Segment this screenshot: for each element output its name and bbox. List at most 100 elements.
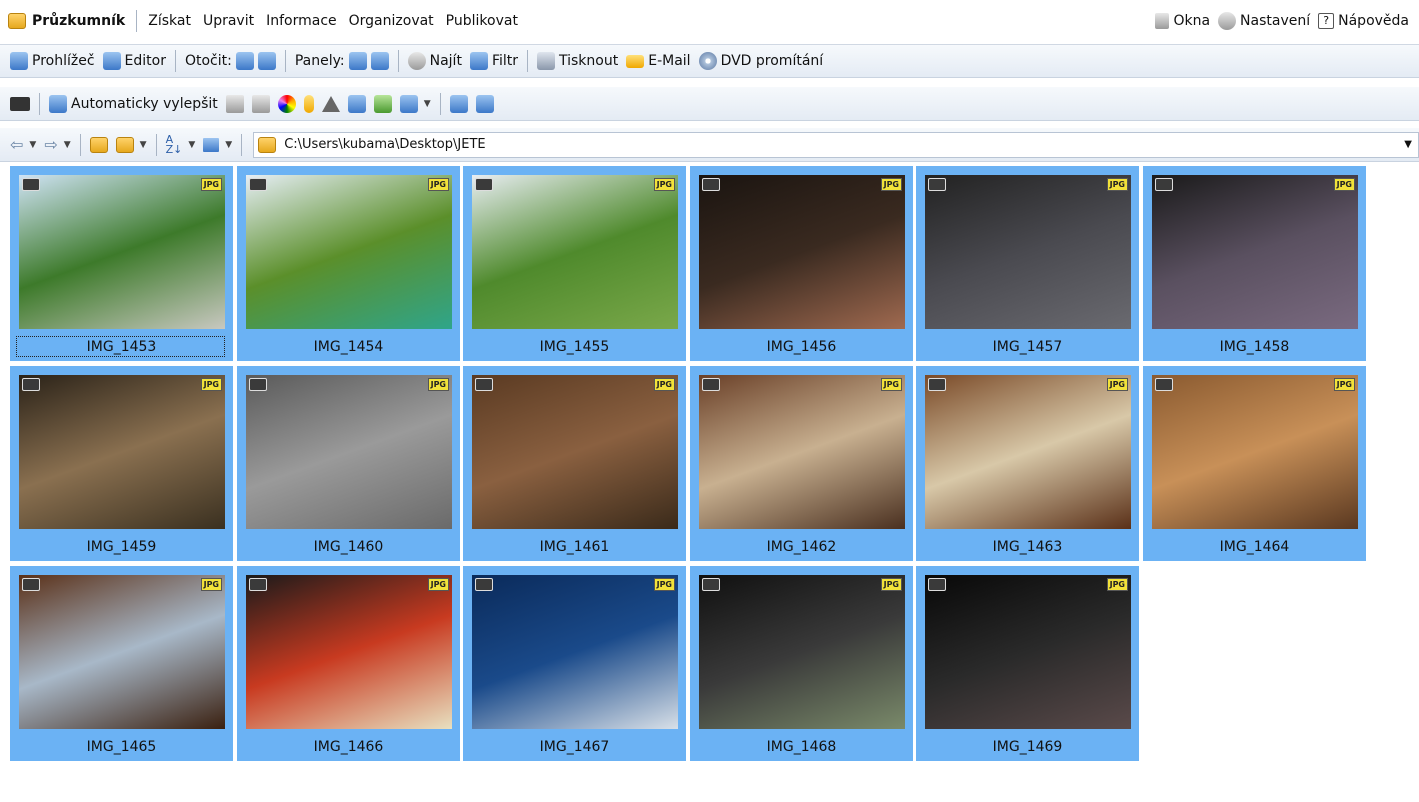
filter-label: Filtr bbox=[491, 53, 518, 69]
thumbnail-item[interactable]: JPG IMG_1454 bbox=[237, 166, 460, 361]
thumbnail-item[interactable]: JPG IMG_1459 bbox=[10, 366, 233, 561]
thumbnail-image[interactable]: JPG bbox=[19, 375, 225, 529]
menu-edit[interactable]: Upravit bbox=[197, 13, 260, 29]
thumbnail-label: IMG_1467 bbox=[539, 739, 610, 755]
histogram-button[interactable] bbox=[248, 94, 274, 113]
view-mode-button[interactable]: ▼ bbox=[199, 137, 236, 152]
crop-button[interactable] bbox=[344, 94, 370, 113]
thumbnail-item[interactable]: JPG IMG_1469 bbox=[916, 566, 1139, 761]
thumbnail-item[interactable]: JPG IMG_1463 bbox=[916, 366, 1139, 561]
thumbnail-image[interactable]: JPG bbox=[925, 375, 1131, 529]
gear-icon bbox=[1218, 12, 1237, 30]
thumbnail-image[interactable]: JPG bbox=[19, 175, 225, 329]
thumbnail-label: IMG_1457 bbox=[992, 339, 1063, 355]
thumbnail-image[interactable]: JPG bbox=[246, 575, 452, 729]
rotate-left-icon[interactable] bbox=[235, 52, 254, 70]
jpg-badge: JPG bbox=[200, 378, 222, 391]
thumbnail-image[interactable]: JPG bbox=[246, 375, 452, 529]
redeye-button[interactable]: ▼ bbox=[396, 94, 435, 113]
find-button[interactable]: Najít bbox=[404, 52, 466, 70]
sharpen-button[interactable] bbox=[318, 95, 344, 112]
levels-button[interactable] bbox=[222, 94, 248, 113]
thumbnail-item[interactable]: JPG IMG_1467 bbox=[463, 566, 686, 761]
rotate-right-icon[interactable] bbox=[257, 52, 276, 70]
camera-icon bbox=[249, 378, 267, 391]
light-button[interactable] bbox=[300, 94, 318, 113]
camera-icon bbox=[22, 578, 40, 591]
effects-button[interactable] bbox=[370, 94, 396, 113]
thumbnail-image[interactable]: JPG bbox=[472, 175, 678, 329]
back-button[interactable]: ⇦ ▼ bbox=[6, 135, 40, 154]
viewer-button[interactable]: Prohlížeč bbox=[6, 52, 99, 70]
thumbnail-item[interactable]: JPG IMG_1458 bbox=[1143, 166, 1366, 361]
thumbnail-item[interactable]: JPG IMG_1468 bbox=[690, 566, 913, 761]
up-folder-button[interactable] bbox=[86, 136, 112, 153]
thumbnail-image[interactable]: JPG bbox=[699, 575, 905, 729]
address-bar[interactable]: C:\Users\kubama\Desktop\JETE ▼ bbox=[253, 131, 1419, 158]
chevron-down-icon[interactable]: ▼ bbox=[188, 140, 195, 150]
thumbnail-label: IMG_1462 bbox=[766, 539, 837, 555]
thumbnail-item[interactable]: JPG IMG_1461 bbox=[463, 366, 686, 561]
panel-right-icon[interactable] bbox=[370, 52, 389, 70]
bulb-icon bbox=[303, 94, 314, 113]
help-menu[interactable]: ? Nápověda bbox=[1314, 13, 1413, 29]
separator bbox=[79, 133, 81, 156]
auto-enhance-button[interactable]: Automaticky vylepšit bbox=[45, 94, 222, 113]
jpg-badge: JPG bbox=[427, 578, 449, 591]
camera-icon bbox=[475, 578, 493, 591]
thumbnail-item[interactable]: JPG IMG_1466 bbox=[237, 566, 460, 761]
thumbnail-item[interactable]: JPG IMG_1453 bbox=[10, 166, 233, 361]
editor-button[interactable]: Editor bbox=[99, 52, 170, 70]
thumbnail-item[interactable]: JPG IMG_1464 bbox=[1143, 366, 1366, 561]
camera-button[interactable] bbox=[6, 96, 34, 111]
chevron-down-icon[interactable]: ▼ bbox=[1404, 139, 1412, 150]
menu-get[interactable]: Získat bbox=[142, 13, 197, 29]
editor-label: Editor bbox=[124, 53, 166, 69]
chevron-down-icon[interactable]: ▼ bbox=[29, 140, 36, 150]
thumbnail-image[interactable]: JPG bbox=[699, 175, 905, 329]
thumbnail-image[interactable]: JPG bbox=[472, 575, 678, 729]
menu-publish[interactable]: Publikovat bbox=[440, 13, 524, 29]
thumbnail-label: IMG_1460 bbox=[313, 539, 384, 555]
thumbnail-image[interactable]: JPG bbox=[246, 175, 452, 329]
menu-info[interactable]: Informace bbox=[260, 13, 343, 29]
thumbnail-item[interactable]: JPG IMG_1465 bbox=[10, 566, 233, 761]
thumbnail-image[interactable]: JPG bbox=[472, 375, 678, 529]
address-path[interactable]: C:\Users\kubama\Desktop\JETE bbox=[284, 137, 485, 152]
menu-organize[interactable]: Organizovat bbox=[343, 13, 440, 29]
print-button[interactable]: Tisknout bbox=[533, 52, 622, 70]
thumbnail-item[interactable]: JPG IMG_1462 bbox=[690, 366, 913, 561]
thumbnail-image[interactable]: JPG bbox=[925, 575, 1131, 729]
dvd-button[interactable]: DVD promítání bbox=[695, 52, 828, 70]
jpg-badge: JPG bbox=[200, 578, 222, 591]
settings-label: Nastavení bbox=[1240, 13, 1311, 29]
next-tool-button[interactable] bbox=[472, 94, 498, 113]
favorites-button[interactable]: ▼ bbox=[112, 136, 151, 153]
sort-button[interactable]: A Z↓ ▼ bbox=[162, 134, 200, 155]
thumbnail-image[interactable]: JPG bbox=[1152, 175, 1358, 329]
chevron-down-icon[interactable]: ▼ bbox=[140, 140, 147, 150]
panel-left-icon[interactable] bbox=[348, 52, 367, 70]
windows-menu[interactable]: Okna bbox=[1151, 13, 1214, 29]
thumbnail-item[interactable]: JPG IMG_1456 bbox=[690, 166, 913, 361]
email-button[interactable]: E-Mail bbox=[622, 53, 694, 69]
thumbnail-image[interactable]: JPG bbox=[699, 375, 905, 529]
thumbnail-image[interactable]: JPG bbox=[925, 175, 1131, 329]
settings-menu[interactable]: Nastavení bbox=[1214, 12, 1314, 30]
menu-explorer[interactable]: Průzkumník bbox=[26, 13, 131, 29]
separator bbox=[174, 50, 176, 72]
chevron-down-icon[interactable]: ▼ bbox=[424, 99, 431, 109]
thumbnail-item[interactable]: JPG IMG_1457 bbox=[916, 166, 1139, 361]
chevron-down-icon[interactable]: ▼ bbox=[225, 140, 232, 150]
arrow-right-icon: ⇨ bbox=[44, 135, 58, 154]
rainbow-icon bbox=[277, 94, 296, 113]
thumbnail-item[interactable]: JPG IMG_1455 bbox=[463, 166, 686, 361]
color-button[interactable] bbox=[274, 94, 300, 113]
prev-tool-button[interactable] bbox=[446, 94, 472, 113]
thumbnail-image[interactable]: JPG bbox=[1152, 375, 1358, 529]
thumbnail-image[interactable]: JPG bbox=[19, 575, 225, 729]
chevron-down-icon[interactable]: ▼ bbox=[64, 140, 71, 150]
forward-button[interactable]: ⇨ ▼ bbox=[40, 135, 74, 154]
filter-button[interactable]: Filtr bbox=[466, 52, 522, 70]
thumbnail-item[interactable]: JPG IMG_1460 bbox=[237, 366, 460, 561]
